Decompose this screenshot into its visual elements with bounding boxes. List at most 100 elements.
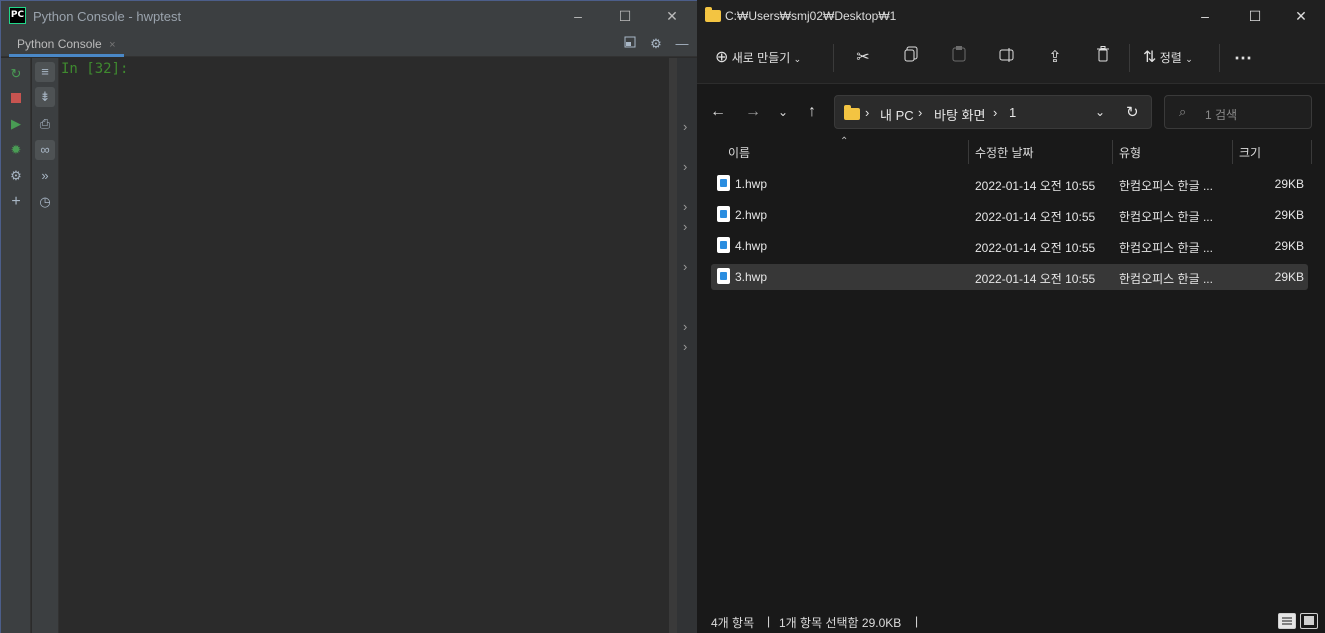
column-divider[interactable] <box>1232 140 1233 164</box>
toolbar-divider <box>1219 44 1220 72</box>
details-view-icon[interactable] <box>1278 613 1296 629</box>
print-icon[interactable]: ⎙ <box>35 114 55 134</box>
breadcrumb-folder[interactable]: 1 <box>1009 105 1016 120</box>
rename-icon[interactable] <box>995 44 1019 72</box>
explorer-titlebar: C:₩Users₩smj02₩Desktop₩1 – ☐ ✕ <box>697 0 1325 32</box>
delete-icon[interactable] <box>1091 44 1115 72</box>
search-input[interactable]: ⌕ 1 검색 <box>1164 95 1312 129</box>
tab-close-icon[interactable]: × <box>109 39 115 51</box>
file-date: 2022-01-14 오전 10:55 <box>975 272 1096 286</box>
show-variables-icon[interactable]: ∞ <box>35 140 55 160</box>
file-name: 2.hwp <box>735 208 768 222</box>
hwp-file-icon <box>717 268 730 284</box>
column-divider[interactable] <box>1112 140 1113 164</box>
stop-icon[interactable] <box>6 89 26 109</box>
add-icon[interactable]: + <box>6 192 26 212</box>
breadcrumb-separator: › <box>865 105 870 120</box>
file-date: 2022-01-14 오전 10:55 <box>975 179 1096 193</box>
history-icon[interactable]: ◷ <box>35 192 55 212</box>
large-icons-view-icon[interactable] <box>1300 613 1318 629</box>
settings-icon[interactable]: ⚙ <box>6 166 26 186</box>
chevron-right-icon[interactable]: › <box>683 219 687 234</box>
paste-icon[interactable] <box>947 44 971 72</box>
restore-layout-icon[interactable] <box>621 35 639 53</box>
chevron-right-icon[interactable]: › <box>683 319 687 334</box>
file-type: 한컴오피스 한글 ... <box>1119 210 1213 224</box>
sort-button[interactable]: ⇅ 정렬 ⌄ <box>1143 44 1211 72</box>
column-name[interactable]: 이름 <box>728 144 750 161</box>
share-icon[interactable]: ⇪ <box>1043 44 1067 72</box>
maximize-button[interactable]: ☐ <box>1235 4 1275 28</box>
file-size: 29KB <box>1274 270 1304 284</box>
chevron-down-icon: ⌄ <box>1185 54 1193 64</box>
new-button[interactable]: ⊕ 새로 만들기 ⌄ <box>715 44 823 72</box>
status-bar: 4개 항목 | 1개 항목 선택함 29.0KB | <box>697 608 1325 633</box>
file-type: 한컴오피스 한글 ... <box>1119 272 1213 286</box>
toolbar-divider <box>833 44 834 72</box>
execute-icon[interactable]: » <box>35 166 55 186</box>
scroll-to-end-icon[interactable]: ⇟ <box>35 87 55 107</box>
close-button[interactable]: ✕ <box>657 5 687 27</box>
tab-python-console[interactable]: Python Console × <box>9 33 124 57</box>
chevron-right-icon[interactable]: › <box>683 259 687 274</box>
pycharm-titlebar: PC Python Console - hwptest – ☐ ✕ <box>1 1 697 31</box>
breadcrumb-desktop[interactable]: 바탕 화면 <box>934 105 985 124</box>
address-dropdown-icon[interactable]: ⌄ <box>1095 105 1105 119</box>
search-icon: ⌕ <box>1179 104 1187 119</box>
recent-locations-chevron-icon[interactable]: ⌄ <box>773 102 793 122</box>
column-divider[interactable] <box>968 140 969 164</box>
breadcrumb-this-pc[interactable]: 내 PC <box>880 105 914 124</box>
toolbar-divider <box>1129 44 1130 72</box>
file-row-selected[interactable]: 3.hwp 2022-01-14 오전 10:55 한컴오피스 한글 ... 2… <box>711 264 1308 290</box>
new-label: 새로 만들기 <box>731 51 791 65</box>
back-arrow-icon[interactable]: ← <box>708 102 728 122</box>
hide-icon[interactable]: — <box>673 35 691 53</box>
forward-arrow-icon[interactable]: → <box>743 102 763 122</box>
window-title: Python Console - hwptest <box>33 9 182 24</box>
command-bar: ⊕ 새로 만들기 ⌄ ✂ ⇪ ⇅ 정렬 ⌄ ⋯ <box>697 32 1325 84</box>
chevron-right-icon[interactable]: › <box>683 339 687 354</box>
search-placeholder: 1 검색 <box>1205 108 1238 122</box>
address-bar[interactable]: › 내 PC › 바탕 화면 › 1 ⌄ ↻ <box>834 95 1152 129</box>
minimize-button[interactable]: – <box>563 5 593 27</box>
gear-icon[interactable]: ⚙ <box>647 35 665 53</box>
console-actions-toolbar: ↻ ▶ ✹ ⚙ + <box>1 58 31 633</box>
file-row[interactable]: 2.hwp 2022-01-14 오전 10:55 한컴오피스 한글 ... 2… <box>711 202 1308 228</box>
console-view-toolbar: ≡ ⇟ ⎙ ∞ » ◷ <box>32 58 59 633</box>
column-type[interactable]: 유형 <box>1119 144 1141 161</box>
file-row[interactable]: 4.hwp 2022-01-14 오전 10:55 한컴오피스 한글 ... 2… <box>711 233 1308 259</box>
chevron-right-icon[interactable]: › <box>683 199 687 214</box>
chevron-down-icon: ⌄ <box>793 54 802 64</box>
file-row[interactable]: 1.hwp 2022-01-14 오전 10:55 한컴오피스 한글 ... 2… <box>711 171 1308 197</box>
tool-window-tabbar: Python Console × ⚙ — <box>1 31 697 57</box>
close-button[interactable]: ✕ <box>1281 4 1321 28</box>
pycharm-logo-icon: PC <box>9 7 26 24</box>
copy-icon[interactable] <box>899 44 923 72</box>
breadcrumb-separator: › <box>918 105 923 120</box>
file-name: 3.hwp <box>735 270 768 284</box>
chevron-right-icon[interactable]: › <box>683 119 687 134</box>
cut-icon[interactable]: ✂ <box>851 44 875 72</box>
breadcrumb-separator: › <box>993 105 998 120</box>
rerun-icon[interactable]: ↻ <box>6 64 26 84</box>
more-options-icon[interactable]: ⋯ <box>1229 44 1257 72</box>
file-explorer-window: C:₩Users₩smj02₩Desktop₩1 – ☐ ✕ ⊕ 새로 만들기 … <box>697 0 1325 633</box>
refresh-icon[interactable]: ↻ <box>1126 103 1139 121</box>
column-divider[interactable] <box>1311 140 1312 164</box>
file-type: 한컴오피스 한글 ... <box>1119 179 1213 193</box>
scrollbar[interactable] <box>669 58 677 633</box>
console-editor[interactable]: In [32]: <box>59 58 669 633</box>
minimize-button[interactable]: – <box>1185 4 1225 28</box>
column-header: ⌃ 이름 수정한 날짜 유형 크기 <box>697 136 1325 166</box>
run-icon[interactable]: ▶ <box>6 114 26 134</box>
debug-icon[interactable]: ✹ <box>6 140 26 160</box>
sort-label: 정렬 <box>1159 51 1182 65</box>
file-type: 한컴오피스 한글 ... <box>1119 241 1213 255</box>
up-arrow-icon[interactable]: ↑ <box>802 102 822 122</box>
maximize-button[interactable]: ☐ <box>610 5 640 27</box>
hwp-file-icon <box>717 175 730 191</box>
column-date[interactable]: 수정한 날짜 <box>975 144 1034 161</box>
column-size[interactable]: 크기 <box>1239 144 1261 161</box>
soft-wrap-icon[interactable]: ≡ <box>35 62 55 82</box>
chevron-right-icon[interactable]: › <box>683 159 687 174</box>
